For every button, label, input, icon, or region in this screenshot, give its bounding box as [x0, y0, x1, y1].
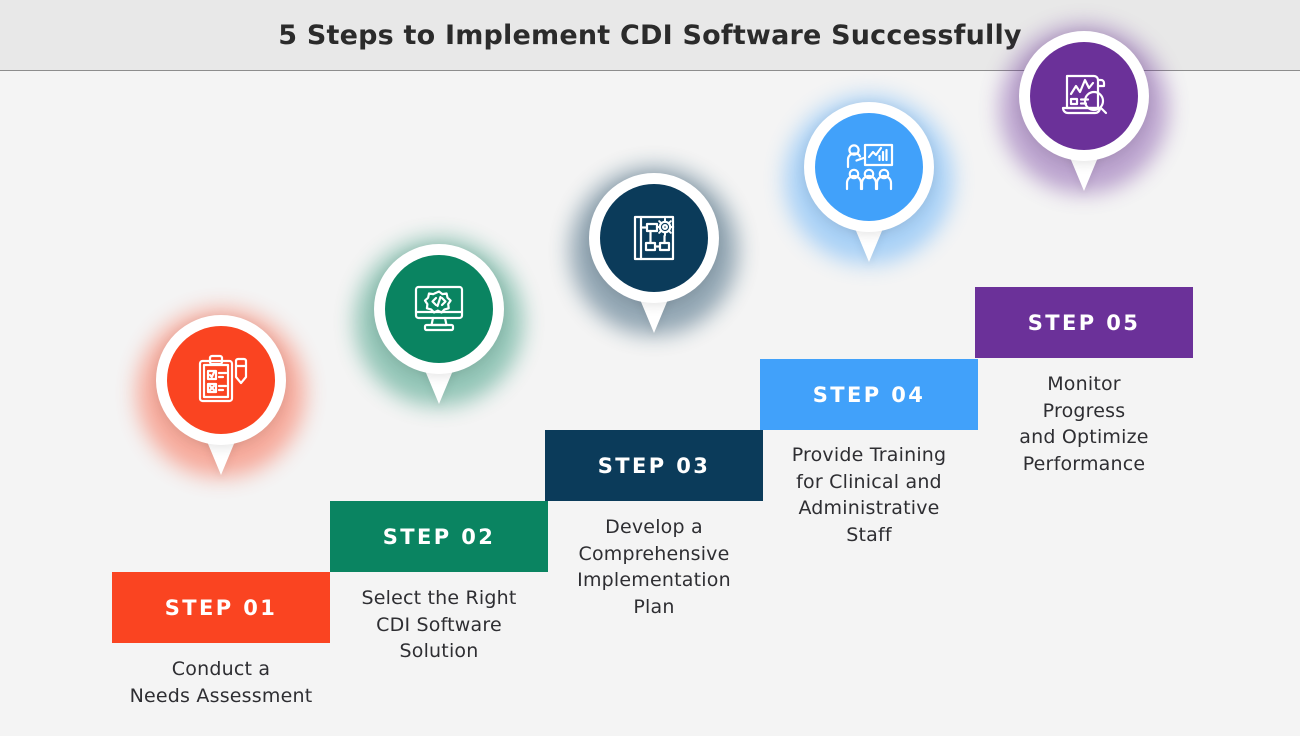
step-label-bar-01: STEP 01 — [112, 572, 330, 643]
step-label-03: STEP 03 — [597, 453, 711, 478]
step-label-bar-05: STEP 05 — [975, 287, 1193, 358]
report-magnifier-icon — [1030, 42, 1138, 150]
step-caption-01: Conduct a Needs Assessment — [129, 658, 313, 707]
step-label-04: STEP 04 — [812, 382, 926, 407]
step-label-05: STEP 05 — [1027, 310, 1141, 335]
pin-marker-05 — [994, 17, 1174, 207]
step-caption-05: Monitor Progress and Optimize Performanc… — [1019, 373, 1149, 475]
step-label-bar-02: STEP 02 — [330, 501, 548, 572]
pin-marker-02 — [349, 230, 529, 420]
step-caption-04: Provide Training for Clinical and Admini… — [791, 444, 947, 546]
training-presentation-icon — [815, 113, 923, 221]
infographic-page: 5 Steps to Implement CDI Software Succes… — [0, 0, 1300, 736]
blueprint-gear-icon — [600, 184, 708, 292]
step-caption-03: Develop a Comprehensive Implementation P… — [577, 516, 731, 618]
pin-marker-03 — [564, 159, 744, 349]
monitor-code-icon — [385, 255, 493, 363]
step-label-bar-03: STEP 03 — [545, 430, 763, 501]
step-label-02: STEP 02 — [382, 524, 496, 549]
pin-marker-04 — [779, 88, 959, 278]
pin-marker-01 — [131, 301, 311, 491]
page-title: 5 Steps to Implement CDI Software Succes… — [278, 19, 1022, 51]
clipboard-checklist-icon — [167, 326, 275, 434]
step-label-01: STEP 01 — [164, 595, 278, 620]
step-caption-02: Select the Right CDI Software Solution — [361, 587, 517, 662]
step-label-bar-04: STEP 04 — [760, 359, 978, 430]
steps-canvas: STEP 01 Conduct a Needs Assessment STEP … — [0, 25, 1300, 736]
